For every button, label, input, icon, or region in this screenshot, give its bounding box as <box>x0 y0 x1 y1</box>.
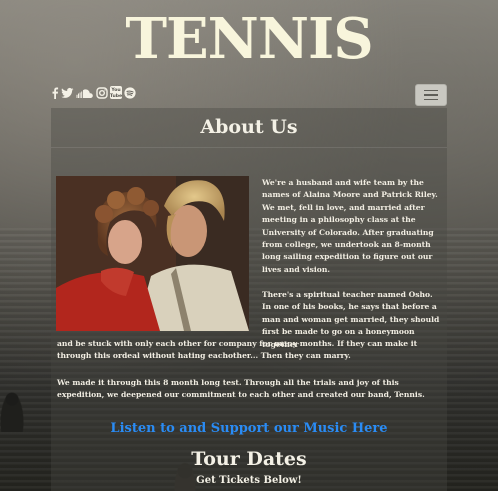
about-paragraph: We're a husband and wife team by the nam… <box>262 178 438 274</box>
twitter-icon[interactable] <box>61 87 74 99</box>
listen-music-link[interactable]: Listen to and Support our Music Here <box>51 421 447 436</box>
social-links: You Tube <box>51 86 136 99</box>
instagram-icon[interactable] <box>96 86 108 99</box>
svg-text:You: You <box>110 87 120 93</box>
about-paragraph: and be stuck with only each other for co… <box>57 339 418 361</box>
facebook-icon[interactable] <box>51 87 59 99</box>
site-logo[interactable]: TENNIS <box>0 6 498 72</box>
hamburger-icon <box>424 89 438 92</box>
background-swimmer <box>0 392 24 432</box>
youtube-icon[interactable]: You Tube <box>110 86 122 99</box>
hamburger-icon <box>424 94 438 96</box>
hamburger-icon <box>424 98 438 101</box>
about-paragraph: We made it through this 8 month long tes… <box>57 378 425 400</box>
band-photo <box>56 176 249 331</box>
spotify-icon[interactable] <box>124 86 136 99</box>
svg-text:Tube: Tube <box>110 93 122 99</box>
tour-dates-title: Tour Dates <box>191 448 307 470</box>
divider <box>51 147 447 148</box>
soundcloud-icon[interactable] <box>76 87 94 99</box>
menu-toggle-button[interactable] <box>415 84 447 106</box>
tour-tickets-subtitle: Get Tickets Below! <box>196 475 302 486</box>
about-title: About Us <box>200 116 298 138</box>
